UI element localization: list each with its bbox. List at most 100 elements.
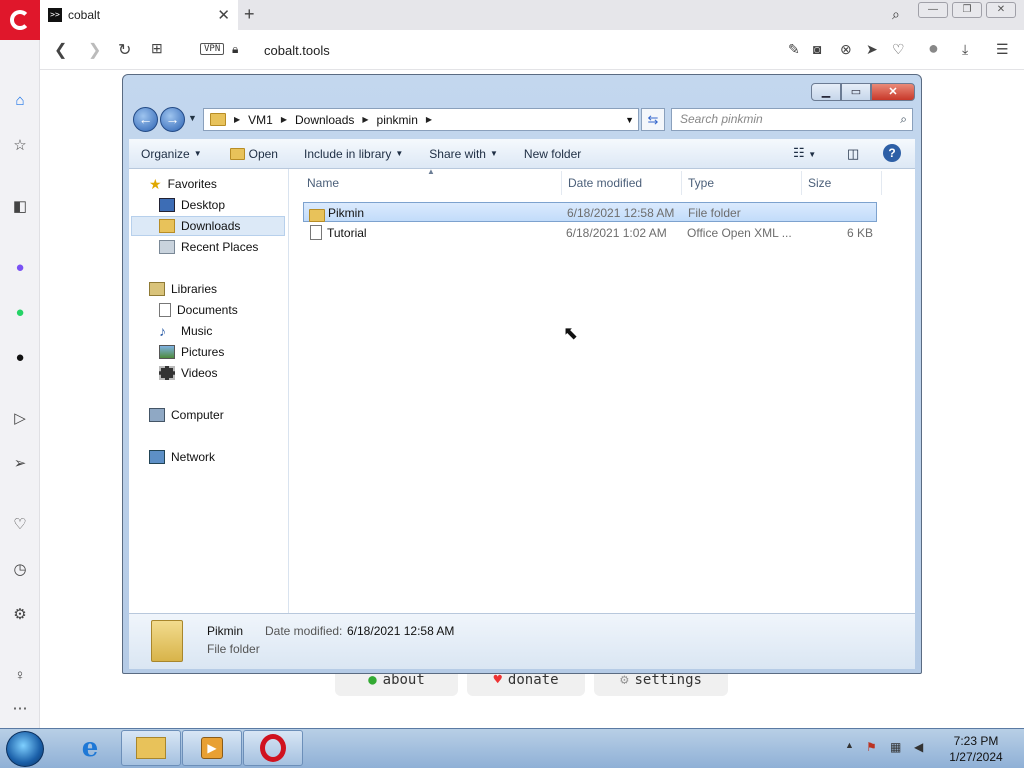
vpn-badge[interactable]: VPN: [200, 43, 225, 55]
address-dropdown-icon[interactable]: ▼: [625, 115, 634, 125]
bag-icon[interactable]: ◧: [9, 195, 31, 217]
organize-button[interactable]: Organize ▼: [129, 147, 212, 161]
open-button[interactable]: Open: [212, 147, 288, 161]
network-status-icon[interactable]: ▦: [890, 740, 901, 754]
back-arrow-icon[interactable]: ←: [133, 107, 158, 132]
share-icon[interactable]: ➤: [866, 41, 878, 58]
url-field[interactable]: cobalt.tools: [264, 43, 330, 58]
breadcrumb-vm1[interactable]: VM1: [248, 113, 273, 127]
explorer-taskbar-button[interactable]: [121, 730, 181, 766]
nav-computer-label: Computer: [171, 408, 224, 422]
lightbulb-icon[interactable]: ♀: [9, 664, 31, 686]
nav-documents[interactable]: Documents: [159, 300, 238, 320]
reload-icon[interactable]: ↻: [118, 40, 131, 60]
opera-logo[interactable]: [0, 0, 40, 40]
preview-pane-icon[interactable]: ◫: [847, 146, 859, 162]
action-center-icon[interactable]: ⚑: [866, 740, 877, 754]
close-tab-icon[interactable]: ✕: [217, 6, 230, 24]
nav-music[interactable]: ♪ Music: [159, 321, 212, 341]
chevron-right-icon[interactable]: ▶: [426, 115, 432, 124]
star-icon[interactable]: ☆: [9, 134, 31, 156]
explorer-window-controls: ▁ ▭ ✕: [811, 83, 915, 101]
send-icon[interactable]: ➢: [9, 452, 31, 474]
new-folder-label: New folder: [523, 146, 582, 161]
column-date-modified[interactable]: Date modified: [562, 171, 682, 195]
refresh-icon[interactable]: ⇆: [641, 108, 665, 131]
start-button[interactable]: [6, 731, 44, 767]
player-icon[interactable]: ▷: [9, 407, 31, 429]
chevron-right-icon[interactable]: ▶: [362, 115, 368, 124]
opera-taskbar-button[interactable]: [243, 730, 303, 766]
tiktok-icon[interactable]: ●: [9, 346, 31, 368]
camera-icon[interactable]: ◙: [813, 41, 821, 57]
pictures-icon: [159, 345, 175, 359]
details-date-label: Date modified:: [265, 624, 343, 638]
new-folder-button[interactable]: New folder: [508, 147, 591, 161]
restore-icon[interactable]: ❐: [952, 2, 982, 18]
opera-icon: [260, 734, 286, 762]
mouse-cursor-icon: ⬉: [563, 323, 579, 343]
column-size[interactable]: Size: [802, 171, 882, 195]
whatsapp-icon[interactable]: ●: [9, 301, 31, 323]
lock-icon[interactable]: 🔒︎: [232, 42, 238, 57]
details-type: File folder: [207, 642, 260, 656]
recent-pages-chevron-icon[interactable]: ▼: [188, 113, 197, 123]
maximize-icon[interactable]: ▭: [841, 83, 871, 101]
nav-desktop[interactable]: Desktop: [159, 195, 225, 215]
heart-icon[interactable]: ♡: [9, 513, 31, 535]
nav-pictures[interactable]: Pictures: [159, 342, 224, 362]
minimize-icon[interactable]: ▁: [811, 83, 841, 101]
forward-icon[interactable]: ❯: [88, 40, 101, 60]
nav-recent-places[interactable]: Recent Places: [159, 237, 258, 257]
download-icon[interactable]: ⤓: [962, 41, 968, 58]
forward-arrow-icon[interactable]: →: [160, 107, 185, 132]
view-options-icon[interactable]: ☷ ▼: [793, 145, 816, 161]
speed-dial-icon[interactable]: ⊞: [151, 40, 163, 57]
nav-videos[interactable]: Videos: [159, 363, 217, 383]
search-tabs-icon[interactable]: ⌕: [892, 6, 900, 23]
easy-setup-icon[interactable]: ☰: [996, 41, 1009, 58]
include-in-library-button[interactable]: Include in library ▼: [288, 147, 413, 161]
close-icon[interactable]: ✕: [871, 83, 915, 101]
chevron-right-icon[interactable]: ▶: [234, 115, 240, 124]
show-hidden-icons[interactable]: ▲: [845, 740, 854, 750]
breadcrumb-downloads[interactable]: Downloads: [295, 113, 354, 127]
more-icon[interactable]: ⋯: [9, 697, 31, 719]
volume-icon[interactable]: ◀: [914, 740, 923, 754]
column-type[interactable]: Type: [682, 171, 802, 195]
media-player-taskbar-button[interactable]: ▶: [182, 730, 242, 766]
bookmark-heart-icon[interactable]: ♡: [892, 41, 905, 58]
file-size: 6 KB: [846, 226, 873, 240]
edit-icon[interactable]: ✎: [788, 41, 800, 58]
back-icon[interactable]: ❮: [54, 40, 67, 60]
adblock-icon[interactable]: ⊗: [840, 41, 852, 58]
nav-network-label: Network: [171, 450, 216, 464]
breadcrumb-pinkmin[interactable]: pinkmin: [377, 113, 418, 127]
nav-documents-label: Documents: [177, 303, 238, 317]
file-row-pikmin[interactable]: Pikmin 6/18/2021 12:58 AM File folder: [303, 202, 877, 222]
help-icon[interactable]: ?: [883, 144, 901, 162]
nav-libraries[interactable]: Libraries: [149, 279, 217, 299]
address-breadcrumb[interactable]: ▶ VM1 ▶ Downloads ▶ pinkmin ▶ ▼: [203, 108, 639, 131]
minimize-icon[interactable]: —: [918, 2, 948, 18]
chevron-right-icon[interactable]: ▶: [281, 115, 287, 124]
nav-computer[interactable]: Computer: [149, 405, 224, 425]
search-input[interactable]: Search pinkmin ⌕: [671, 108, 913, 131]
search-icon[interactable]: ⌕: [900, 109, 907, 130]
close-icon[interactable]: ✕: [986, 2, 1016, 18]
share-with-button[interactable]: Share with ▼: [413, 147, 508, 161]
nav-downloads[interactable]: Downloads: [131, 216, 285, 236]
file-row-tutorial[interactable]: Tutorial 6/18/2021 1:02 AM Office Open X…: [303, 223, 877, 243]
settings-icon[interactable]: ⚙: [9, 603, 31, 625]
history-icon[interactable]: ◷: [9, 558, 31, 580]
messenger-icon[interactable]: ●: [9, 256, 31, 278]
internet-explorer-taskbar-button[interactable]: e: [60, 730, 120, 766]
nav-network[interactable]: Network: [149, 447, 215, 467]
nav-favorites[interactable]: ★ Favorites: [149, 174, 217, 194]
system-clock[interactable]: 7:23 PM 1/27/2024: [936, 733, 1016, 765]
home-icon[interactable]: ⌂: [9, 89, 31, 111]
new-tab-icon[interactable]: +: [244, 4, 255, 25]
tab-cobalt[interactable]: >> cobalt ✕: [40, 0, 238, 30]
profile-icon[interactable]: ●: [928, 38, 939, 59]
cobalt-favicon-icon: >>: [48, 8, 62, 22]
